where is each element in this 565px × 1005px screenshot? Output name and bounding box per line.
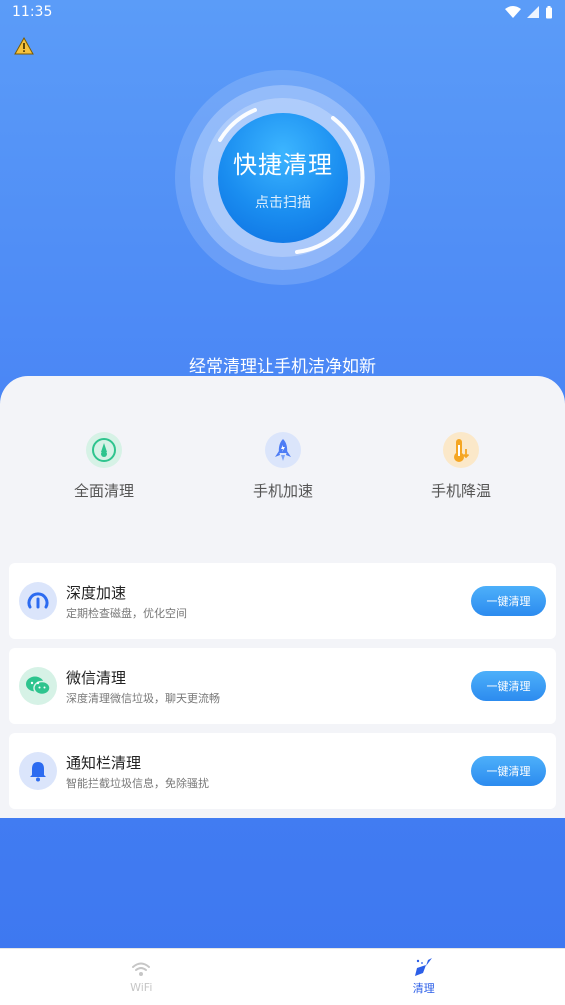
broom-icon xyxy=(414,958,434,976)
list-item-title: 通知栏清理 xyxy=(66,752,141,773)
quick-action-cool-down[interactable]: 手机降温 xyxy=(386,432,536,501)
thermometer-icon xyxy=(443,432,479,468)
tab-clean[interactable]: 清理 xyxy=(283,949,565,1005)
one-click-clean-button[interactable]: 一键清理 xyxy=(471,586,546,616)
status-time: 11:35 xyxy=(12,4,52,20)
status-icons xyxy=(505,6,553,19)
status-bar: 11:35 xyxy=(0,0,565,24)
list-item-title: 微信清理 xyxy=(66,667,126,688)
tab-clean-label: 清理 xyxy=(413,980,435,996)
quick-action-full-clean[interactable]: 全面清理 xyxy=(29,432,179,501)
broom-circle-icon xyxy=(86,432,122,468)
quick-action-label: 手机加速 xyxy=(208,480,358,501)
list-item-title: 深度加速 xyxy=(66,582,126,603)
one-click-clean-button[interactable]: 一键清理 xyxy=(471,671,546,701)
warning-icon[interactable] xyxy=(14,36,34,56)
quick-clean-button[interactable]: 快捷清理 点击扫描 xyxy=(218,113,348,243)
tab-wifi-label: WiFi xyxy=(130,981,152,994)
rocket-icon xyxy=(265,432,301,468)
list-item-deep-speed: 深度加速 定期检查磁盘，优化空间 一键清理 xyxy=(9,563,556,639)
bell-icon xyxy=(19,752,57,790)
cell-signal-icon xyxy=(527,6,539,18)
list-item-notification-clean: 通知栏清理 智能拦截垃圾信息，免除骚扰 一键清理 xyxy=(9,733,556,809)
quick-clean-subtitle: 点击扫描 xyxy=(255,192,311,212)
quick-action-label: 全面清理 xyxy=(29,480,179,501)
tagline: 经常清理让手机洁净如新 xyxy=(0,352,565,377)
one-click-clean-button[interactable]: 一键清理 xyxy=(471,756,546,786)
list-item-subtitle: 智能拦截垃圾信息，免除骚扰 xyxy=(66,775,209,791)
battery-icon xyxy=(545,6,553,19)
quick-action-speed-up[interactable]: 手机加速 xyxy=(208,432,358,501)
list-item-subtitle: 定期检查磁盘，优化空间 xyxy=(66,605,187,621)
quick-action-label: 手机降温 xyxy=(386,480,536,501)
wechat-icon xyxy=(19,667,57,705)
wifi-icon xyxy=(131,961,151,977)
list-item-subtitle: 深度清理微信垃圾，聊天更流畅 xyxy=(66,690,220,706)
bottom-nav: WiFi 清理 xyxy=(0,948,565,1005)
list-item-wechat-clean: 微信清理 深度清理微信垃圾，聊天更流畅 一键清理 xyxy=(9,648,556,724)
wifi-signal-icon xyxy=(505,6,521,18)
tab-wifi[interactable]: WiFi xyxy=(0,949,283,1005)
quick-clean-title: 快捷清理 xyxy=(233,145,333,180)
speedometer-icon xyxy=(19,582,57,620)
